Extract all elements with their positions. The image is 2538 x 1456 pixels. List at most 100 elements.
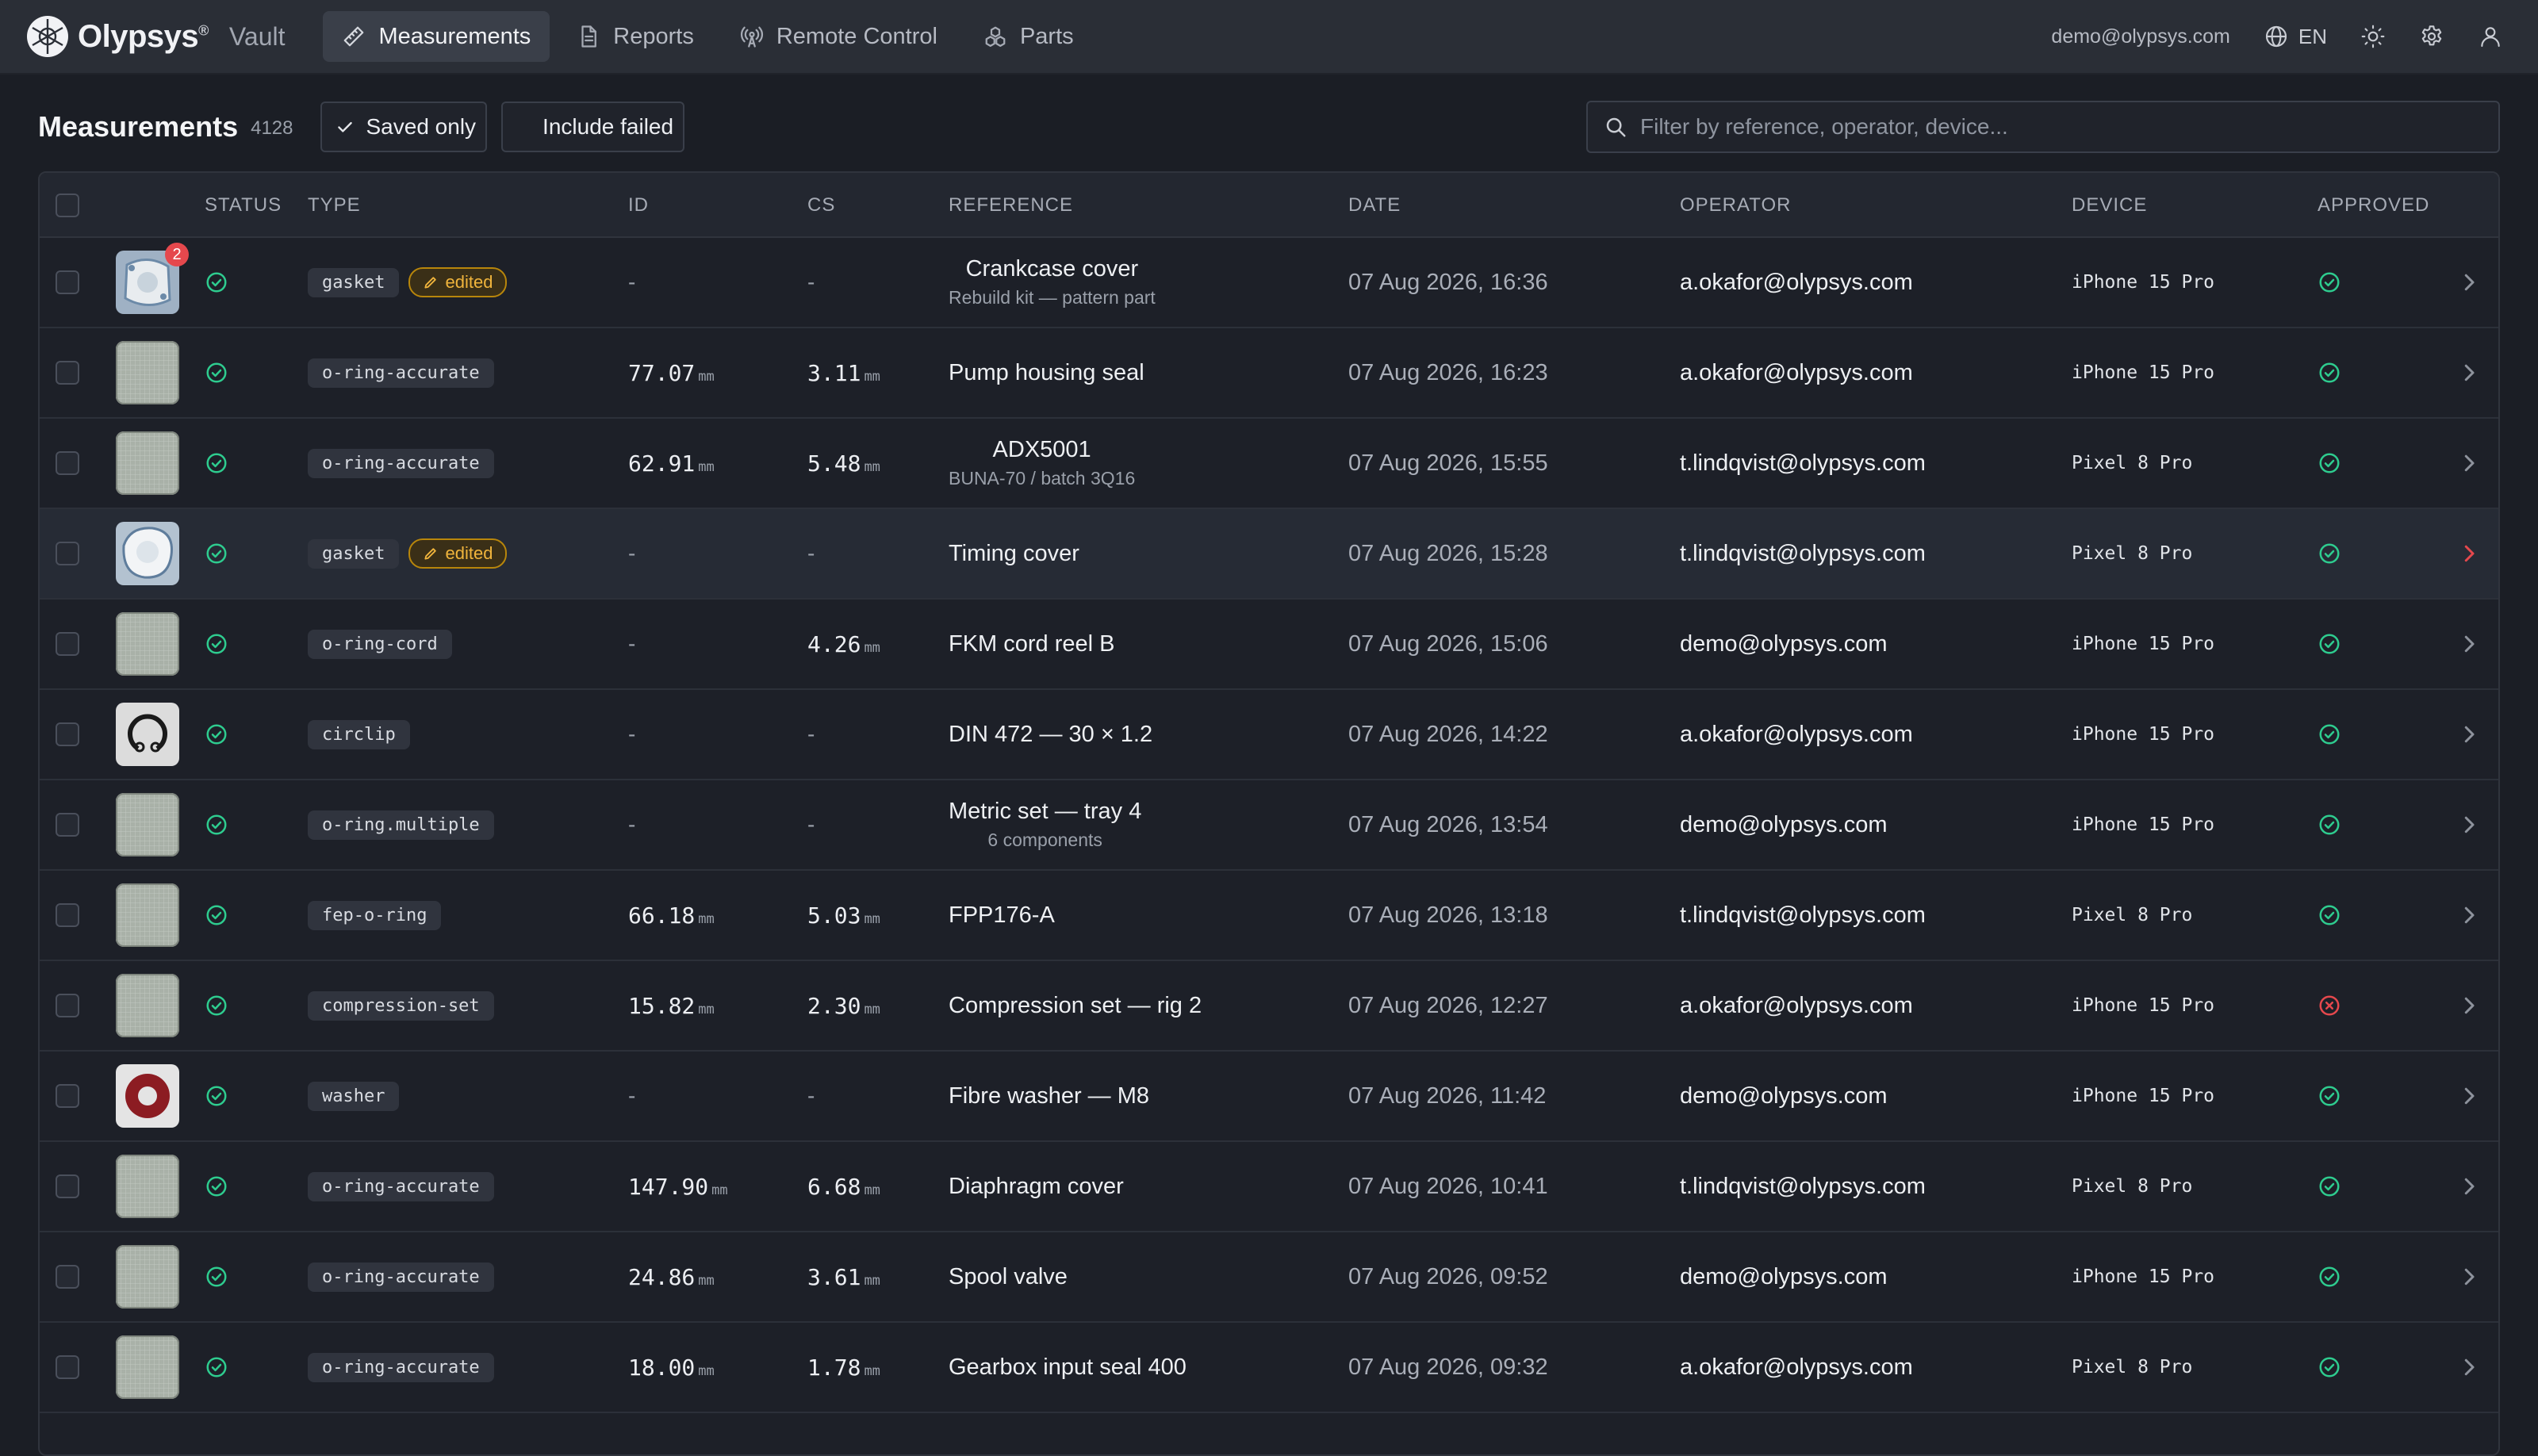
chevron-right-icon[interactable] (2457, 1265, 2481, 1289)
top-bar: Olypsys® Vault Measurements Reports Remo… (0, 0, 2538, 75)
table-row[interactable]: o-ring-accurate 62.91 mm 5.48 mm ADX5001 BUNA-… (40, 419, 2498, 509)
column-type[interactable]: TYPE (308, 173, 361, 238)
chevron-right-icon[interactable] (2457, 903, 2481, 927)
language-switcher[interactable]: EN (2264, 24, 2327, 49)
table-row[interactable]: compression-set 15.82 mm 2.30 mm Compression … (40, 961, 2498, 1052)
check-circle-icon (2319, 272, 2340, 293)
table-row[interactable]: o-ring-accurate 24.86 mm 3.61 mm Spool valve 0… (40, 1232, 2498, 1323)
table-row[interactable]: o-ring-accurate 147.90 mm 6.68 mm Diaphragm c… (40, 1142, 2498, 1232)
empty-value: - (628, 541, 636, 565)
column-operator[interactable]: OPERATOR (1680, 173, 1791, 238)
part-thumbnail[interactable] (116, 1335, 179, 1399)
tab-parts[interactable]: Parts (964, 11, 1093, 62)
washer-thumbnail[interactable] (116, 1064, 179, 1128)
column-status[interactable]: STATUS (205, 173, 282, 238)
brand[interactable]: Olypsys® Vault (25, 14, 285, 59)
part-thumbnail[interactable] (116, 431, 179, 495)
column-id[interactable]: ID (628, 173, 649, 238)
search-input[interactable] (1640, 114, 2482, 140)
table-row[interactable]: o-ring.multiple - - Metric set — tray 4 6 co… (40, 780, 2498, 871)
chevron-right-icon[interactable] (2457, 1084, 2481, 1108)
edited-badge: edited (408, 267, 508, 297)
check-circle-icon (206, 453, 227, 473)
saved-only-toggle[interactable]: Saved only (320, 102, 488, 152)
reference-name: ADX5001 (992, 437, 1091, 462)
user-icon[interactable] (2478, 24, 2503, 49)
table-row[interactable]: circlip - - DIN 472 — 30 × 1.2 07 Aug 2026, … (40, 690, 2498, 780)
row-checkbox[interactable] (56, 1174, 79, 1198)
table-row[interactable]: o-ring-cord - 4.26 mm FKM cord reel B 07 Aug … (40, 600, 2498, 690)
chevron-right-icon[interactable] (2457, 632, 2481, 656)
chevron-right-icon[interactable] (2457, 1174, 2481, 1198)
tab-measurements[interactable]: Measurements (323, 11, 550, 62)
reference-name: Diaphragm cover (949, 1173, 1124, 1199)
part-thumbnail[interactable] (116, 612, 179, 676)
chevron-right-icon[interactable] (2457, 270, 2481, 294)
gear-icon[interactable] (2419, 24, 2444, 49)
column-date[interactable]: DATE (1348, 173, 1401, 238)
table-row[interactable]: o-ring-accurate 18.00 mm 1.78 mm Gearbox inpu… (40, 1323, 2498, 1413)
row-checkbox[interactable] (56, 270, 79, 294)
empty-value: - (628, 722, 636, 746)
table-row[interactable]: fep-o-ring 66.18 mm 5.03 mm FPP176-A 07 Aug 20… (40, 871, 2498, 961)
table-header: STATUS TYPE ID CS REFERENCE DATE OPERATO… (40, 173, 2498, 238)
check-circle-icon (2319, 543, 2340, 564)
part-thumbnail[interactable] (116, 793, 179, 856)
unit-label: mm (864, 1002, 880, 1017)
device-name: iPhone 15 Pro (2072, 634, 2215, 654)
approved-indicator (2318, 328, 2341, 417)
chevron-right-icon[interactable] (2457, 451, 2481, 475)
row-checkbox[interactable] (56, 1265, 79, 1289)
type-pill: gasket (308, 538, 400, 569)
chevron-right-icon[interactable] (2457, 542, 2481, 565)
cs-value: 2.30 (807, 992, 861, 1019)
status-indicator (205, 1052, 228, 1140)
chevron-right-icon[interactable] (2457, 994, 2481, 1017)
pencil-icon (424, 548, 437, 560)
row-checkbox[interactable] (56, 813, 79, 837)
unit-label: mm (864, 459, 880, 475)
row-checkbox[interactable] (56, 542, 79, 565)
table-row[interactable]: 2 gasket edited - - Crankcase cover Rebuild ki… (40, 238, 2498, 328)
part-thumbnail[interactable] (116, 974, 179, 1037)
row-checkbox[interactable] (56, 722, 79, 746)
row-checkbox[interactable] (56, 361, 79, 385)
chevron-right-icon[interactable] (2457, 722, 2481, 746)
table-row[interactable]: o-ring-accurate 77.07 mm 3.11 mm Pump housing… (40, 328, 2498, 419)
row-checkbox[interactable] (56, 903, 79, 927)
include-failed-toggle[interactable]: Include failed (501, 102, 685, 152)
tab-reports[interactable]: Reports (558, 11, 713, 62)
column-device[interactable]: DEVICE (2072, 173, 2147, 238)
chevron-right-icon[interactable] (2457, 361, 2481, 385)
part-thumbnail[interactable] (116, 883, 179, 947)
tab-remote-control[interactable]: Remote Control (721, 11, 957, 62)
row-checkbox[interactable] (56, 1355, 79, 1379)
column-cs[interactable]: CS (807, 173, 835, 238)
select-all-checkbox[interactable] (56, 193, 79, 217)
gasket-thumbnail[interactable]: 2 (116, 243, 189, 314)
column-reference[interactable]: REFERENCE (949, 173, 1073, 238)
search-box[interactable] (1586, 101, 2500, 153)
chevron-right-icon[interactable] (2457, 813, 2481, 837)
gasket-thumbnail[interactable] (116, 522, 179, 585)
row-checkbox[interactable] (56, 632, 79, 656)
row-checkbox[interactable] (56, 451, 79, 475)
part-thumbnail[interactable] (116, 341, 179, 404)
column-approved[interactable]: APPROVED (2318, 173, 2429, 238)
status-indicator (205, 1232, 228, 1321)
table-row[interactable]: washer - - Fibre washer — M8 07 Aug 2026, 11… (40, 1052, 2498, 1142)
row-checkbox[interactable] (56, 994, 79, 1017)
chevron-right-icon[interactable] (2457, 1355, 2481, 1379)
unit-label: mm (698, 1273, 715, 1289)
id-value: 18.00 (628, 1354, 696, 1381)
part-thumbnail[interactable] (116, 1155, 179, 1218)
sun-icon[interactable] (2360, 24, 2386, 49)
edited-label: edited (445, 543, 493, 563)
circlip-thumbnail[interactable] (116, 703, 179, 766)
table-row[interactable]: gasket edited - - Timing cover 07 Aug 2026, 1… (40, 509, 2498, 600)
type-pill: compression-set (308, 990, 494, 1021)
approved-indicator (2318, 961, 2341, 1050)
row-checkbox[interactable] (56, 1084, 79, 1108)
part-thumbnail[interactable] (116, 1245, 179, 1308)
reference-name: DIN 472 — 30 × 1.2 (949, 721, 1153, 747)
